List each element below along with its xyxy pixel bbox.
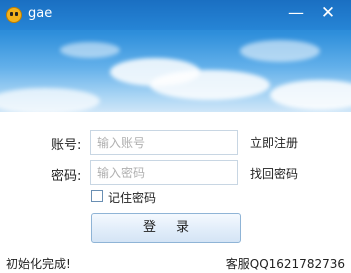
- cloud: [270, 80, 351, 110]
- register-link[interactable]: 立即注册: [250, 134, 298, 151]
- checkbox-icon[interactable]: [91, 190, 103, 202]
- minimize-icon[interactable]: —: [283, 2, 309, 24]
- password-input[interactable]: [91, 161, 237, 184]
- password-field[interactable]: [90, 160, 238, 185]
- smiley-app-icon: [6, 7, 22, 23]
- account-field[interactable]: [90, 130, 238, 155]
- remember-password-label[interactable]: 记住密码: [108, 189, 156, 206]
- login-window: gae — ✕ 账号: 立即注册 密码: 找回密码 记住密码 登录 初始化完成!…: [0, 0, 351, 273]
- window-title: gae: [28, 6, 53, 21]
- cloud: [60, 42, 120, 58]
- title-bar[interactable]: gae — ✕: [0, 0, 351, 30]
- cloud: [240, 40, 320, 62]
- header-banner: gae — ✕: [0, 0, 351, 112]
- cloud: [150, 70, 270, 100]
- close-icon[interactable]: ✕: [315, 2, 341, 24]
- account-input[interactable]: [91, 131, 237, 154]
- login-button[interactable]: 登录: [91, 213, 241, 243]
- recover-password-link[interactable]: 找回密码: [250, 165, 298, 182]
- status-text: 初始化完成!: [6, 257, 71, 271]
- account-label: 账号:: [51, 138, 82, 153]
- cloud: [0, 88, 100, 112]
- password-label: 密码:: [51, 169, 82, 184]
- support-contact: 客服QQ1621782736: [225, 257, 345, 271]
